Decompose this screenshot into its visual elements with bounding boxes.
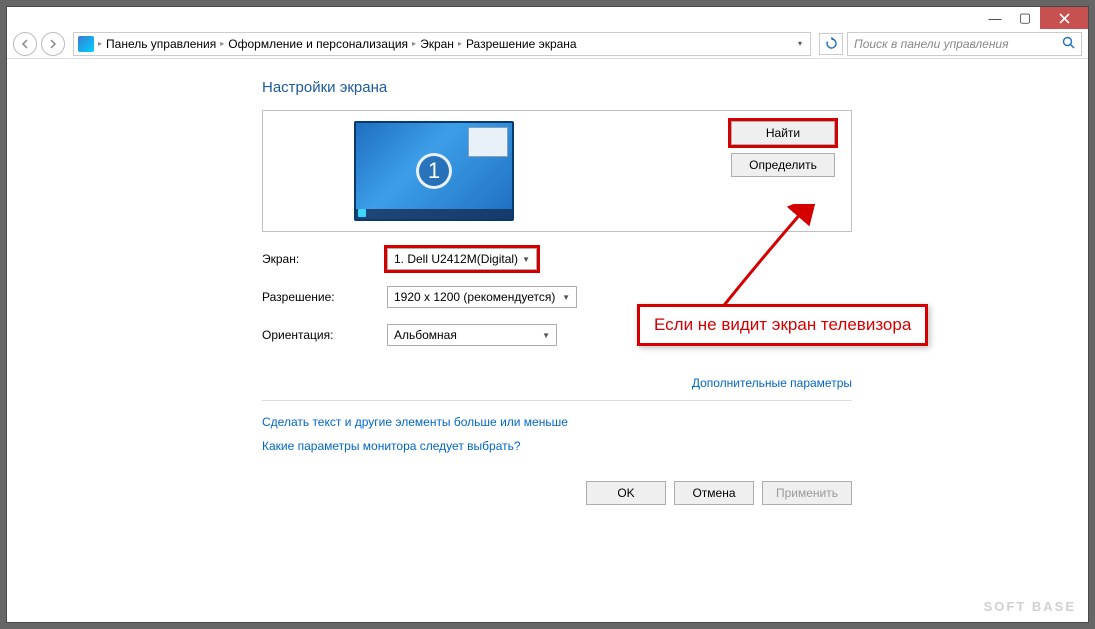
start-icon xyxy=(358,209,366,217)
which-settings-link[interactable]: Какие параметры монитора следует выбрать… xyxy=(262,439,852,453)
ok-button[interactable]: OK xyxy=(586,481,666,505)
identify-button[interactable]: Определить xyxy=(731,153,835,177)
maximize-button[interactable]: ▢ xyxy=(1010,7,1040,29)
close-button[interactable] xyxy=(1040,7,1088,29)
resolution-label: Разрешение: xyxy=(262,290,387,304)
forward-button[interactable] xyxy=(41,32,65,56)
refresh-icon xyxy=(825,37,838,50)
cancel-button[interactable]: Отмена xyxy=(674,481,754,505)
arrow-left-icon xyxy=(20,39,30,49)
chevron-right-icon: ▸ xyxy=(458,39,462,48)
chevron-down-icon: ▼ xyxy=(562,293,570,302)
resolution-value: 1920 x 1200 (рекомендуется) xyxy=(394,290,555,304)
display-label: Экран: xyxy=(262,252,387,266)
window: — ▢ ▸ Панель управления ▸ Оформление и п… xyxy=(6,6,1089,623)
chevron-right-icon: ▸ xyxy=(220,39,224,48)
breadcrumb-item[interactable]: Оформление и персонализация xyxy=(228,37,408,51)
detect-button[interactable]: Найти xyxy=(731,121,835,145)
page-title: Настройки экрана xyxy=(262,79,852,96)
minimize-button[interactable]: — xyxy=(980,7,1010,29)
navbar: ▸ Панель управления ▸ Оформление и персо… xyxy=(7,29,1088,59)
monitor-preview-area[interactable]: 1 xyxy=(279,121,589,221)
chevron-down-icon[interactable]: ▾ xyxy=(794,39,806,48)
search-icon xyxy=(1062,36,1075,52)
orientation-value: Альбомная xyxy=(394,328,457,342)
taskbar-icon xyxy=(356,209,512,219)
chevron-down-icon: ▼ xyxy=(542,331,550,340)
chevron-down-icon: ▼ xyxy=(522,255,530,264)
chevron-right-icon: ▸ xyxy=(412,39,416,48)
titlebar: — ▢ xyxy=(7,7,1088,29)
advanced-settings-link[interactable]: Дополнительные параметры xyxy=(692,376,852,390)
search-box[interactable] xyxy=(847,32,1082,56)
display-preview-frame: 1 Найти Определить xyxy=(262,110,852,232)
text-size-link[interactable]: Сделать текст и другие элементы больше и… xyxy=(262,415,852,429)
chevron-right-icon: ▸ xyxy=(98,39,102,48)
separator xyxy=(262,400,852,401)
display-value: 1. Dell U2412M(Digital) xyxy=(394,252,518,266)
back-button[interactable] xyxy=(13,32,37,56)
breadcrumb-item[interactable]: Экран xyxy=(420,37,454,51)
monitor-number: 1 xyxy=(416,153,452,189)
search-input[interactable] xyxy=(854,37,1056,51)
annotation-callout: Если не видит экран телевизора xyxy=(637,304,928,346)
breadcrumb-item[interactable]: Панель управления xyxy=(106,37,216,51)
content-area: Настройки экрана 1 Найти Определить xyxy=(7,59,1088,622)
mini-window-icon xyxy=(468,127,508,157)
refresh-button[interactable] xyxy=(819,33,843,55)
breadcrumb[interactable]: ▸ Панель управления ▸ Оформление и персо… xyxy=(73,32,811,56)
breadcrumb-item[interactable]: Разрешение экрана xyxy=(466,37,577,51)
close-icon xyxy=(1059,13,1070,24)
watermark: SOFT BASE xyxy=(984,599,1076,614)
display-dropdown[interactable]: 1. Dell U2412M(Digital) ▼ xyxy=(387,248,537,270)
arrow-right-icon xyxy=(48,39,58,49)
orientation-label: Ориентация: xyxy=(262,328,387,342)
apply-button[interactable]: Применить xyxy=(762,481,852,505)
resolution-dropdown[interactable]: 1920 x 1200 (рекомендуется) ▼ xyxy=(387,286,577,308)
monitor-preview[interactable]: 1 xyxy=(354,121,514,221)
orientation-dropdown[interactable]: Альбомная ▼ xyxy=(387,324,557,346)
control-panel-icon xyxy=(78,36,94,52)
